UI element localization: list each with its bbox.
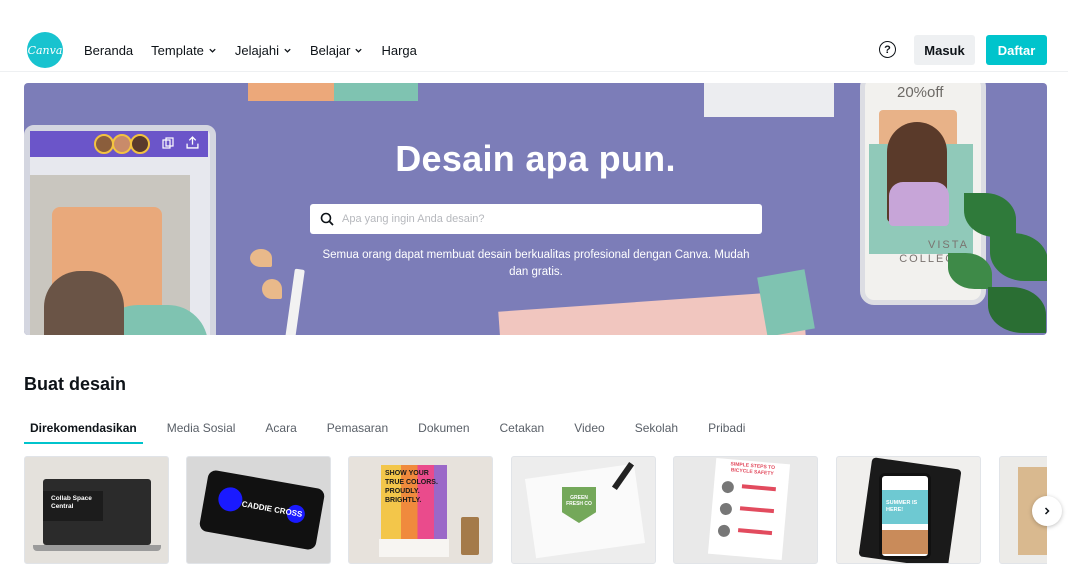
nav-item-harga[interactable]: Harga xyxy=(381,42,416,58)
nav-label: Jelajahi xyxy=(234,42,279,58)
tab-video[interactable]: Video xyxy=(568,420,610,444)
decorative-card xyxy=(334,83,418,101)
tab-direkomendasikan[interactable]: Direkomendasikan xyxy=(24,420,143,444)
thumbnail-text: CADDIE CROSS xyxy=(240,499,303,519)
signup-button[interactable]: Daftar xyxy=(986,35,1047,65)
infographic-icon xyxy=(721,480,735,494)
nav-label: Beranda xyxy=(84,42,134,58)
chevron-down-icon xyxy=(284,48,291,53)
help-icon[interactable]: ? xyxy=(879,41,896,58)
chevron-right-icon xyxy=(1044,507,1050,515)
infographic-icon xyxy=(719,502,733,516)
infographic-icon xyxy=(717,524,731,538)
tab-sekolah[interactable]: Sekolah xyxy=(629,420,684,444)
hero-banner: 20%off VISTACOLLECTI Desain apa pun. Sem… xyxy=(24,83,1047,335)
category-tabs: Direkomendasikan Media Sosial Acara Pema… xyxy=(24,420,769,444)
section-title: Buat desain xyxy=(24,374,127,394)
nav-item-jelajahi[interactable]: Jelajahi xyxy=(235,42,292,58)
pencil-cup xyxy=(461,517,479,555)
infographic-bar xyxy=(739,506,775,514)
decorative-shape xyxy=(216,485,245,514)
paper: SIMPLE STEPS TO BICYCLE SAFETY xyxy=(707,457,791,561)
infographic-bar xyxy=(737,528,773,536)
person-photo xyxy=(44,271,124,335)
nav-label: Harga xyxy=(381,42,417,58)
thumbnail-text: SUMMER IS HERE! xyxy=(886,500,918,513)
thumbnail-social-ad[interactable]: CADDIE CROSS xyxy=(186,456,331,564)
nav-label: Template xyxy=(151,42,204,58)
chevron-down-icon xyxy=(209,48,216,53)
thumbnail-infographic[interactable]: SIMPLE STEPS TO BICYCLE SAFETY xyxy=(673,456,818,564)
login-button[interactable]: Masuk xyxy=(914,35,975,65)
thumbnail-text: Collab Space Central xyxy=(51,495,92,510)
thumbnail-text: SHOW YOUR TRUE COLORS. PROUDLY. BRIGHTLY… xyxy=(385,470,438,504)
main-nav: Beranda Template Jelajahi Belajar Harga xyxy=(84,42,435,58)
phone-mockup: CADDIE CROSS xyxy=(198,469,326,551)
pencil-shaving xyxy=(250,249,272,267)
thumbnail-logo[interactable]: GREEN FRESH CO xyxy=(511,456,656,564)
search-input[interactable] xyxy=(342,213,742,225)
thumbnail-poster[interactable]: SHOW YOUR TRUE COLORS. PROUDLY. BRIGHTLY… xyxy=(348,456,493,564)
leaf xyxy=(988,287,1046,333)
decorative-card xyxy=(757,269,815,335)
search-icon xyxy=(320,212,334,226)
scroll-right-button[interactable] xyxy=(1032,496,1062,526)
tablet-photo xyxy=(30,175,208,335)
food-photo xyxy=(882,530,928,554)
hero-title: Desain apa pun. xyxy=(395,138,676,179)
tab-cetakan[interactable]: Cetakan xyxy=(494,420,551,444)
promo-text: 20%off xyxy=(897,84,944,101)
hero-subtitle: Semua orang dapat membuat desain berkual… xyxy=(322,249,750,278)
phone-mockup: SUMMER IS HERE! xyxy=(879,473,931,559)
phone-caption-line: VISTA xyxy=(928,239,969,251)
search-bar[interactable] xyxy=(310,204,762,234)
laptop-screen: Collab Space Central xyxy=(43,479,151,545)
infographic-bar xyxy=(741,484,776,492)
nav-item-beranda[interactable]: Beranda xyxy=(84,42,133,58)
tab-dokumen[interactable]: Dokumen xyxy=(412,420,475,444)
design-thumbnails: Collab Space Central CADDIE CROSS SHOW Y… xyxy=(24,456,1047,566)
thumbnail-flyer[interactable]: SUMMER IS HERE! xyxy=(836,456,981,564)
laptop-base xyxy=(33,545,161,551)
thumbnail-text: SIMPLE STEPS TO BICYCLE SAFETY xyxy=(730,461,776,478)
tab-acara[interactable]: Acara xyxy=(259,420,302,444)
chevron-down-icon xyxy=(355,48,363,53)
tab-pemasaran[interactable]: Pemasaran xyxy=(321,420,394,444)
decorative-card xyxy=(704,83,834,117)
nav-item-belajar[interactable]: Belajar xyxy=(310,42,363,58)
pencil-shaving xyxy=(262,279,282,299)
poster-stand xyxy=(379,539,449,557)
nav-label: Belajar xyxy=(310,42,351,58)
nav-item-template[interactable]: Template xyxy=(151,42,217,58)
leaf xyxy=(990,233,1047,281)
tab-media-sosial[interactable]: Media Sosial xyxy=(161,420,242,444)
top-navigation-bar: Canva Beranda Template Jelajahi Belajar … xyxy=(0,0,1068,72)
tab-pribadi[interactable]: Pribadi xyxy=(702,420,751,444)
pencil xyxy=(285,268,305,335)
decorative-shape xyxy=(889,182,949,226)
canva-logo[interactable]: Canva xyxy=(27,32,63,68)
thumbnail-text: GREEN FRESH CO xyxy=(566,495,592,507)
thumbnail-presentation[interactable]: Collab Space Central xyxy=(24,456,169,564)
